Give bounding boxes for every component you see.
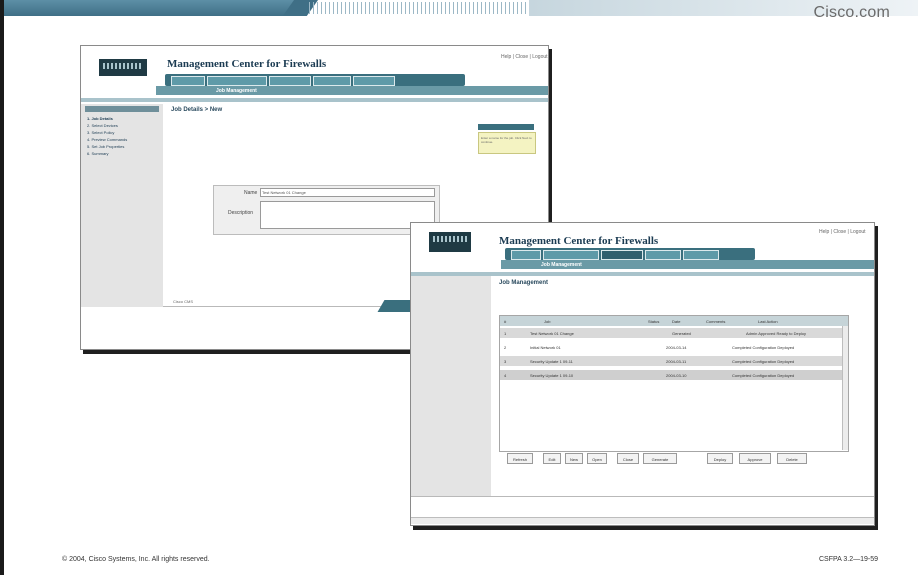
open-button[interactable]: Open <box>587 453 607 464</box>
window-horizontal-scrollbar[interactable] <box>411 517 874 524</box>
tab-admin[interactable] <box>353 76 395 86</box>
cisco-logo-icon <box>429 232 471 252</box>
sidebar-item-3[interactable]: 3. Select Policy <box>87 130 114 135</box>
content-footer-line <box>411 496 874 497</box>
help-header <box>478 124 534 130</box>
page-title: Job Management <box>499 280 549 286</box>
tab-reports[interactable] <box>645 250 681 260</box>
app-title: Management Center for Firewalls <box>167 58 327 70</box>
sidebar-item-1[interactable]: 1. Job Details <box>87 116 113 121</box>
table-row[interactable]: 3 Security Update 1 09-11 2004-03-11 Com… <box>500 356 848 366</box>
name-label: Name <box>244 190 258 196</box>
tab-workflow[interactable] <box>601 250 643 260</box>
tab-admin[interactable] <box>683 250 719 260</box>
approve-button[interactable]: Approve <box>739 453 771 464</box>
subnav-label[interactable]: Job Management <box>216 88 257 94</box>
main-tabbar <box>505 248 755 260</box>
subnav-bar: Job Management <box>156 86 548 95</box>
sidebar <box>411 276 491 496</box>
top-links[interactable]: Help | Close | Logout <box>501 54 548 60</box>
table-header-row: # Job Status Date Comments Last Action <box>500 316 848 326</box>
generate-button[interactable]: Generate <box>643 453 677 464</box>
table-scrollbar[interactable] <box>842 326 848 450</box>
tab-devices[interactable] <box>511 250 541 260</box>
job-form-panel: Name Test Network 01 Change Description <box>213 185 440 235</box>
help-text: Enter a name for the job. Click Next to … <box>481 136 532 144</box>
job-button-row: Refresh Edit New Open Close Generate Dep… <box>507 453 869 465</box>
close-button[interactable]: Close <box>617 453 639 464</box>
tab-reports[interactable] <box>313 76 351 86</box>
table-row[interactable]: 1 Test Network 01 Change Generated Admin… <box>500 328 848 338</box>
breadcrumb-strip <box>81 98 548 102</box>
footer-note: Cisco CMS <box>173 299 194 304</box>
subnav-label[interactable]: Job Management <box>541 262 582 268</box>
sidebar-item-4[interactable]: 4. Preview Commands <box>87 137 127 142</box>
sidebar-item-6[interactable]: 6. Summary <box>87 151 109 156</box>
sidebar-item-2[interactable]: 2. Select Devices <box>87 123 118 128</box>
description-field[interactable] <box>260 201 435 229</box>
left-frame-line <box>0 0 4 575</box>
subnav-bar: Job Management <box>501 260 874 269</box>
tab-configuration[interactable] <box>543 250 599 260</box>
new-button[interactable]: New <box>565 453 583 464</box>
main-tabbar <box>165 74 465 86</box>
tab-configuration[interactable] <box>207 76 267 86</box>
help-panel: Enter a name for the job. Click Next to … <box>478 132 536 154</box>
cisco-brand: Cisco.com <box>813 4 890 21</box>
table-row[interactable]: 2 Initial Network 01 2004-03-14 Complete… <box>500 342 848 352</box>
sidebar: 1. Job Details 2. Select Devices 3. Sele… <box>81 104 163 307</box>
delete-button[interactable]: Delete <box>777 453 807 464</box>
refresh-button[interactable]: Refresh <box>507 453 533 464</box>
screenshot-job-management: Management Center for Firewalls Help | C… <box>410 222 875 526</box>
sidebar-header <box>85 106 159 112</box>
deploy-button[interactable]: Deploy <box>707 453 733 464</box>
slide-header-bar <box>4 0 918 16</box>
tab-workflow[interactable] <box>269 76 311 86</box>
page-title: Job Details > New <box>171 107 223 113</box>
edit-button[interactable]: Edit <box>543 453 561 464</box>
table-row[interactable]: 4 Security Update 1 09-10 2004-03-10 Com… <box>500 370 848 380</box>
top-links[interactable]: Help | Close | Logout <box>819 229 866 235</box>
tab-devices[interactable] <box>171 76 205 86</box>
jobs-table: # Job Status Date Comments Last Action 1… <box>499 315 849 452</box>
description-label: Description <box>228 210 254 216</box>
app-title: Management Center for Firewalls <box>499 235 659 247</box>
name-field[interactable]: Test Network 01 Change <box>260 188 435 197</box>
slide-id: CSFPA 3.2—19-59 <box>818 556 878 563</box>
cisco-logo-icon <box>99 59 147 76</box>
sidebar-item-5[interactable]: 5. Set Job Properties <box>87 144 124 149</box>
copyright-text: © 2004, Cisco Systems, Inc. All rights r… <box>62 556 210 563</box>
